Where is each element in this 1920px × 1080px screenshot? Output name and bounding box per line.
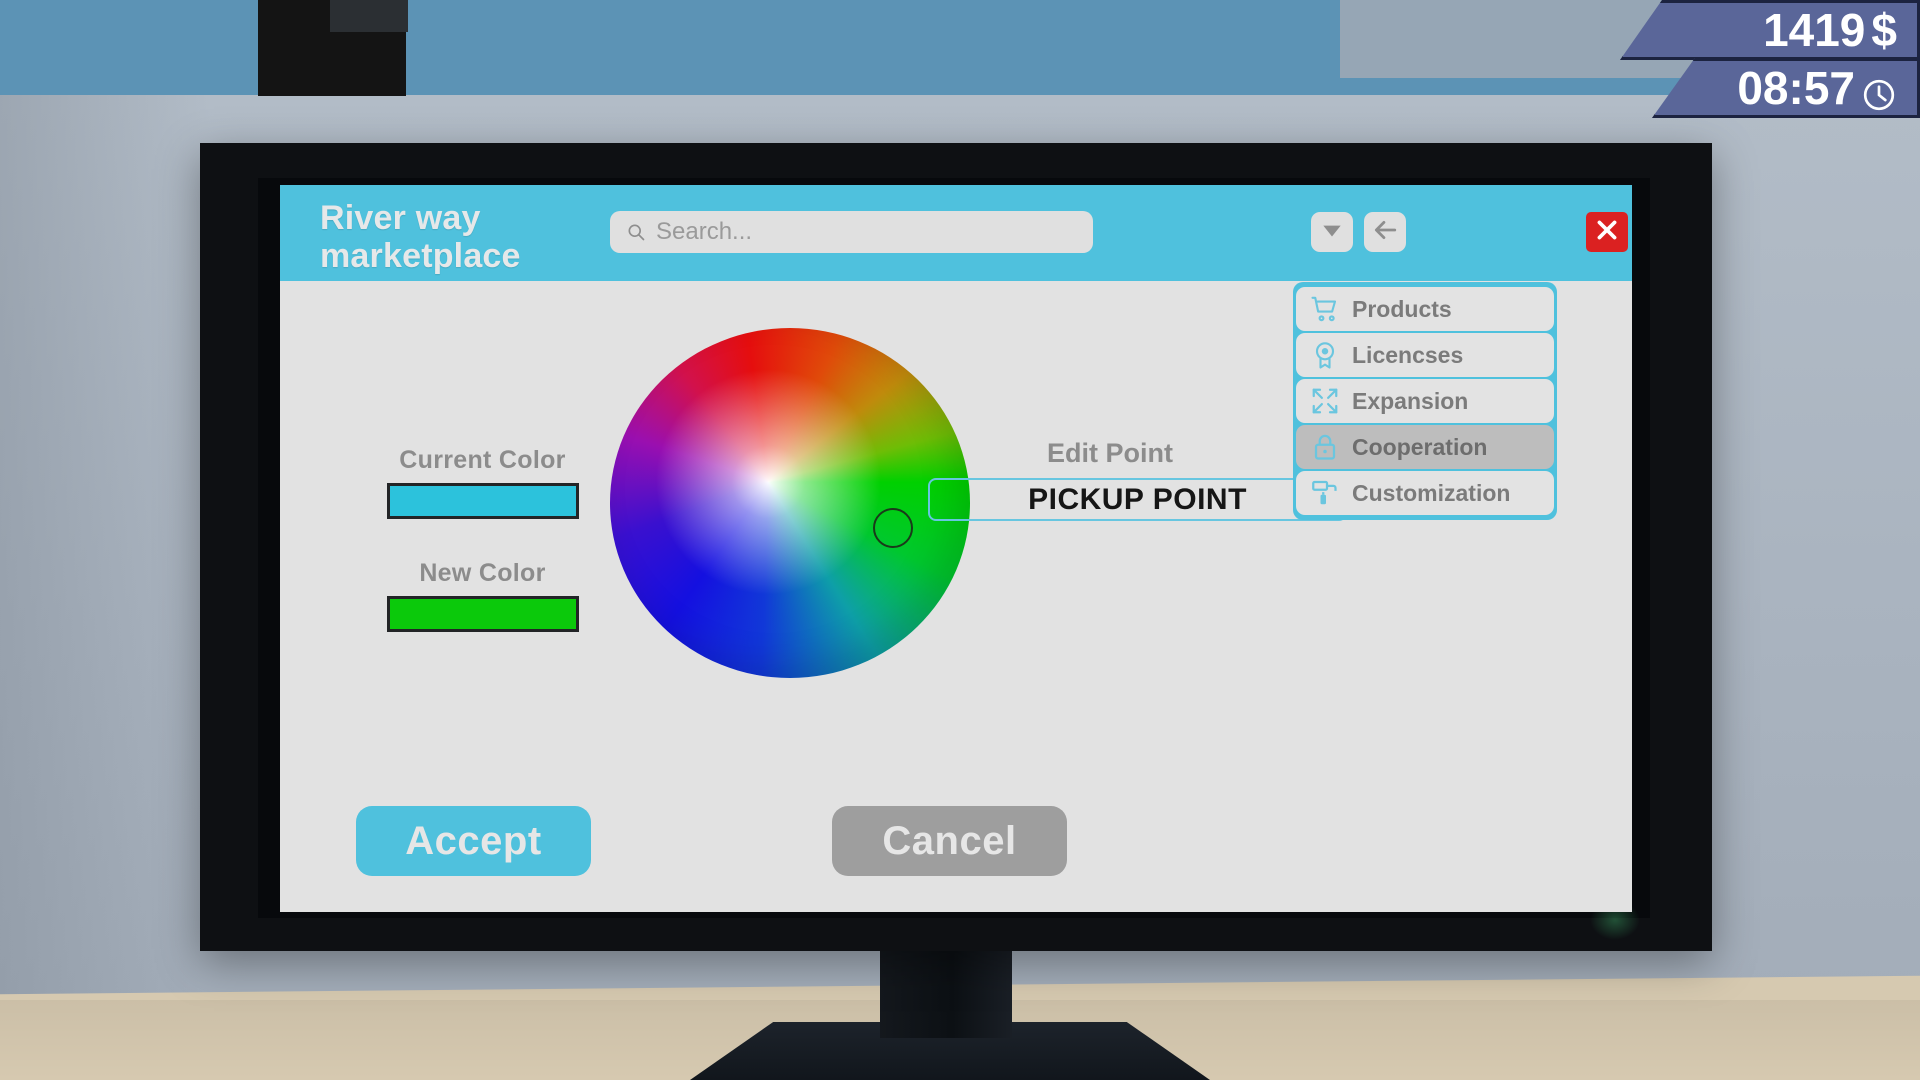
- currency-symbol: $: [1871, 4, 1897, 56]
- time-display: 08:57: [1652, 58, 1920, 118]
- sidebar-item-label: Expansion: [1352, 387, 1469, 414]
- paint-roller-icon: [1310, 478, 1340, 508]
- back-button[interactable]: [1364, 212, 1406, 252]
- color-swatch-group: Current Color New Color: [385, 446, 580, 672]
- sidebar-item-label: Licencses: [1352, 341, 1464, 368]
- wall-shadow: [0, 95, 210, 1000]
- game-scene: River way marketplace Search... Current …: [0, 0, 1920, 1080]
- badge-icon: [1310, 340, 1340, 370]
- app-title: River way marketplace: [320, 199, 620, 275]
- search-input[interactable]: [656, 218, 1077, 246]
- app-title-line1: River way: [320, 199, 481, 237]
- edit-point-label: Edit Point: [1047, 438, 1173, 468]
- app-title-line2: marketplace: [320, 237, 521, 275]
- cart-icon: [1310, 294, 1340, 324]
- hud: 1419 $ 08:57: [1590, 0, 1920, 118]
- category-menu: Products Licencses Expansion Cooperation Cus…: [1293, 282, 1557, 520]
- money-display: 1419 $: [1620, 0, 1920, 60]
- arrow-left-icon: [1372, 217, 1398, 248]
- dropdown-button[interactable]: [1311, 212, 1353, 252]
- sidebar-item-label: Cooperation: [1352, 433, 1488, 460]
- sidebar-item-label: Customization: [1352, 479, 1511, 506]
- search-icon: [626, 222, 646, 242]
- accept-button[interactable]: Accept: [356, 806, 591, 876]
- sidebar-item-customization[interactable]: Customization: [1296, 471, 1554, 515]
- new-color-swatch: [386, 596, 579, 632]
- close-icon: [1594, 217, 1620, 248]
- current-color-swatch: [386, 483, 579, 519]
- color-wheel[interactable]: [610, 328, 970, 678]
- pickup-point-field[interactable]: PICKUP POINT: [928, 478, 1347, 521]
- sidebar-item-expansion[interactable]: Expansion: [1296, 379, 1554, 423]
- ceiling-fixture-arm: [330, 0, 408, 32]
- chevron-down-icon: [1319, 217, 1345, 248]
- current-color-label: Current Color: [399, 446, 566, 474]
- app-header: River way marketplace: [280, 185, 1632, 281]
- monitor-stand: [880, 948, 1012, 1038]
- search-bar[interactable]: [610, 211, 1093, 253]
- marketplace-window: River way marketplace Search... Current …: [280, 185, 1632, 912]
- time-value: 08:57: [1737, 62, 1855, 114]
- expand-arrows-icon: [1310, 386, 1340, 416]
- close-button[interactable]: [1586, 212, 1628, 252]
- sidebar-item-licencses[interactable]: Licencses: [1296, 333, 1554, 377]
- lock-icon: [1310, 432, 1340, 462]
- sidebar-item-products[interactable]: Products: [1296, 287, 1554, 331]
- sidebar-item-cooperation[interactable]: Cooperation: [1296, 425, 1554, 469]
- window-content: Current Color New Color Edit Point PICKU…: [280, 281, 1632, 912]
- cancel-button[interactable]: Cancel: [832, 806, 1067, 876]
- new-color-label: New Color: [419, 559, 546, 587]
- money-amount: 1419: [1763, 4, 1866, 56]
- clock-icon: [1861, 70, 1897, 111]
- color-wheel-cursor[interactable]: [873, 508, 913, 548]
- sidebar-item-label: Products: [1352, 295, 1452, 322]
